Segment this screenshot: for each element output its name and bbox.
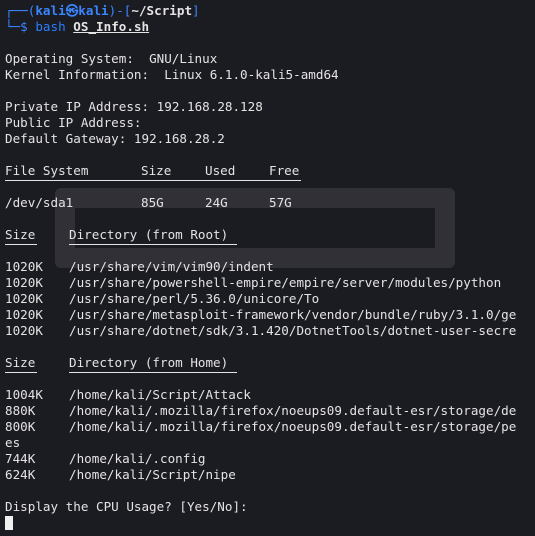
prompt-frame-bottom: └─ [5, 19, 21, 34]
table-row: 1020K/usr/share/vim/vim90/indent [5, 259, 535, 275]
os-value: GNU/Linux [149, 51, 218, 66]
prompt-user: kali [35, 3, 66, 18]
root-header-directory: Directory (from Root) [69, 227, 229, 242]
table-row: 800K/home/kali/.mozilla/firefox/noeups09… [5, 419, 535, 435]
root-path: /usr/share/metasploit-framework/vendor/b… [69, 307, 517, 322]
fs-header-used: Used [205, 163, 236, 178]
home-size: 800K [5, 419, 36, 434]
home-path: /home/kali/Script/nipe [69, 467, 236, 482]
fs-cell-used: 24G [205, 195, 228, 210]
public-ip-label: Public IP Address: [5, 115, 142, 130]
command-name: bash [35, 19, 66, 34]
table-row: 1020K/usr/share/powershell-empire/empire… [5, 275, 535, 291]
root-size: 1020K [5, 323, 43, 338]
root-size: 1020K [5, 307, 43, 322]
kernel-line: Kernel Information: Linux 6.1.0-kali5-am… [5, 67, 535, 83]
table-row: 1020K/usr/share/metasploit-framework/ven… [5, 307, 535, 323]
prompt-host: kali [78, 3, 109, 18]
fs-cell-size: 85G [141, 195, 164, 210]
home-header-size: Size [5, 355, 36, 370]
table-row: 1020K/usr/share/dotnet/sdk/3.1.420/Dotne… [5, 323, 535, 339]
fs-cell-free: 57G [269, 195, 292, 210]
home-size: 624K [5, 467, 36, 482]
gateway-line: Default Gateway: 192.168.28.2 [5, 131, 535, 147]
table-row: 880K/home/kali/.mozilla/firefox/noeups09… [5, 403, 535, 419]
fs-cell-name: /dev/sda1 [5, 195, 74, 210]
public-ip-line: Public IP Address: [5, 115, 535, 131]
table-row-wrap: es [5, 435, 535, 451]
gateway-value: 192.168.28.2 [133, 131, 225, 146]
private-ip-value: 192.168.28.128 [156, 99, 263, 114]
home-dirs-header: Size Directory (from Home) [5, 355, 535, 371]
table-row: 624K/home/kali/Script/nipe [5, 467, 535, 483]
root-path: /usr/share/powershell-empire/empire/serv… [69, 275, 502, 290]
root-size: 1020K [5, 291, 43, 306]
root-header-size: Size [5, 227, 36, 242]
root-path: /usr/share/vim/vim90/indent [69, 259, 274, 274]
root-size: 1020K [5, 259, 43, 274]
command-argument: OS_Info.sh [73, 19, 150, 34]
table-row: 1004K/home/kali/Script/Attack [5, 387, 535, 403]
private-ip-label: Private IP Address: [5, 99, 157, 114]
fs-header-free: Free [269, 163, 300, 178]
prompt-line-top: ┌──(kali㉿kali)-[~/Script] [5, 3, 535, 19]
home-size: 880K [5, 403, 36, 418]
fs-header-size: Size [141, 163, 172, 178]
fs-table-divider [5, 179, 535, 195]
home-path: /home/kali/Script/Attack [69, 387, 251, 402]
input-line[interactable] [5, 515, 535, 531]
table-row: 744K/home/kali/.config [5, 451, 535, 467]
home-header-directory: Directory (from Home) [69, 355, 229, 370]
text-cursor[interactable] [5, 516, 13, 530]
prompt-cwd: ~/Script [131, 3, 193, 18]
gateway-label: Default Gateway: [5, 131, 134, 146]
prompt-frame-end: ] [192, 3, 200, 18]
prompt-frame-top: ┌──( [5, 3, 36, 18]
home-path-wrap: es [5, 435, 21, 450]
terminal-window[interactable]: ┌──(kali㉿kali)-[~/Script] └─$ bash OS_In… [0, 0, 535, 536]
home-path: /home/kali/.mozilla/firefox/noeups09.def… [69, 419, 517, 434]
root-path: /usr/share/perl/5.36.0/unicore/To [69, 291, 320, 306]
table-row: 1020K/usr/share/perl/5.36.0/unicore/To [5, 291, 535, 307]
fs-table-header: File System Size Used Free [5, 163, 535, 179]
private-ip-line: Private IP Address: 192.168.28.128 [5, 99, 535, 115]
cpu-question-text: Display the CPU Usage? [Yes/No]: [5, 499, 248, 514]
home-dirs-divider [5, 371, 535, 387]
root-dirs-header: Size Directory (from Root) [5, 227, 535, 243]
prompt-line-command: └─$ bash OS_Info.sh [5, 19, 535, 35]
prompt-dollar: $ [20, 19, 36, 34]
home-size: 744K [5, 451, 36, 466]
fs-header-filesystem: File System [5, 163, 89, 178]
kernel-label: Kernel Information: [5, 67, 165, 82]
os-line: Operating System: GNU/Linux [5, 51, 535, 67]
prompt-at-symbol: ㉿ [65, 3, 79, 18]
table-row: /dev/sda1 85G 24G 57G [5, 195, 535, 211]
root-dirs-divider [5, 243, 535, 259]
prompt-frame-mid: )-[ [108, 3, 132, 18]
os-label: Operating System: [5, 51, 150, 66]
kernel-value: Linux 6.1.0-kali5-amd64 [164, 67, 339, 82]
home-path: /home/kali/.mozilla/firefox/noeups09.def… [69, 403, 517, 418]
root-size: 1020K [5, 275, 43, 290]
root-path: /usr/share/dotnet/sdk/3.1.420/DotnetTool… [69, 323, 517, 338]
home-size: 1004K [5, 387, 43, 402]
home-path: /home/kali/.config [69, 451, 206, 466]
cpu-question: Display the CPU Usage? [Yes/No]: [5, 499, 535, 515]
